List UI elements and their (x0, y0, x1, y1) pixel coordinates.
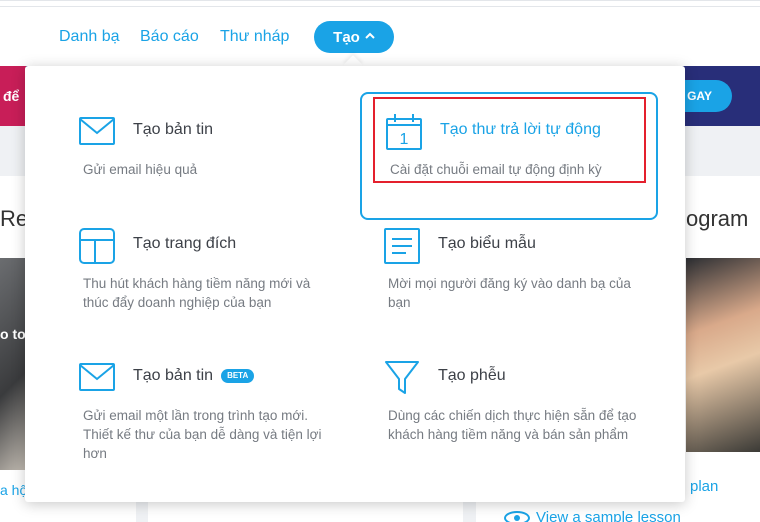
nav-link-drafts[interactable]: Thư nháp (220, 28, 289, 46)
nav-link-contacts[interactable]: Danh bạ (59, 28, 120, 46)
menu-item-description: Gửi email hiệu quả (83, 162, 198, 177)
eye-icon (504, 510, 530, 522)
menu-item-description: Mời mọi người đăng ký vào danh bạ của bạ… (388, 276, 631, 310)
view-sample-lesson-link[interactable]: View a sample lesson (504, 509, 681, 522)
menu-item-title: Tạo bản tin (133, 121, 214, 138)
promo-banner-left: để (0, 66, 26, 126)
funnel-icon (382, 358, 422, 398)
top-navigation: Danh bạ Báo cáo Thư nháp Tạo (0, 0, 760, 66)
menu-item-create-form[interactable]: Tạo biểu mẫu Mời mọi người đăng ký vào d… (360, 208, 658, 336)
layout-icon (77, 226, 117, 266)
menu-item-create-newsletter-beta[interactable]: Tạo bản tin BETA Gửi email một lần trong… (55, 340, 353, 468)
course-card-right-image (686, 258, 760, 452)
menu-item-create-landing-page[interactable]: Tạo trang đích Thu hút khách hàng tiềm n… (55, 208, 353, 336)
beta-badge: BETA (221, 369, 255, 383)
menu-item-title: Tạo phễu (438, 367, 506, 384)
create-menu-label: Tạo (333, 28, 360, 46)
chevron-up-icon (365, 30, 375, 42)
course-card-right-title: ogram (686, 206, 749, 231)
nav-divider (0, 6, 760, 7)
menu-item-title: Tạo biểu mẫu (438, 235, 536, 252)
view-sample-lesson-label: View a sample lesson (536, 509, 681, 522)
course-card-left-link[interactable]: a hộ (0, 482, 27, 498)
annotation-highlight-box (373, 97, 646, 183)
menu-item-title-wrapper: Tạo bản tin BETA (133, 367, 255, 385)
envelope-icon (77, 358, 117, 398)
course-card-left-title: Re (0, 206, 29, 231)
envelope-icon (77, 112, 117, 152)
menu-item-title: Tạo bản tin (133, 367, 214, 384)
menu-item-create-funnel[interactable]: Tạo phễu Dùng các chiến dịch thực hiện s… (360, 340, 658, 468)
course-card-left-image-text: o to (0, 326, 26, 342)
menu-item-description: Thu hút khách hàng tiềm năng mới và thúc… (83, 276, 311, 310)
menu-item-title: Tạo trang đích (133, 235, 237, 252)
nav-link-reports[interactable]: Báo cáo (140, 28, 199, 46)
create-menu-button[interactable]: Tạo (314, 21, 394, 53)
form-icon (382, 226, 422, 266)
menu-item-description: Dùng các chiến dịch thực hiện sẵn để tạo… (388, 408, 637, 442)
course-card-right-link[interactable]: plan (690, 478, 718, 495)
menu-item-create-newsletter[interactable]: Tạo bản tin Gửi email hiệu quả (55, 94, 353, 222)
menu-item-description: Gửi email một lần trong trình tạo mới. T… (83, 408, 322, 461)
